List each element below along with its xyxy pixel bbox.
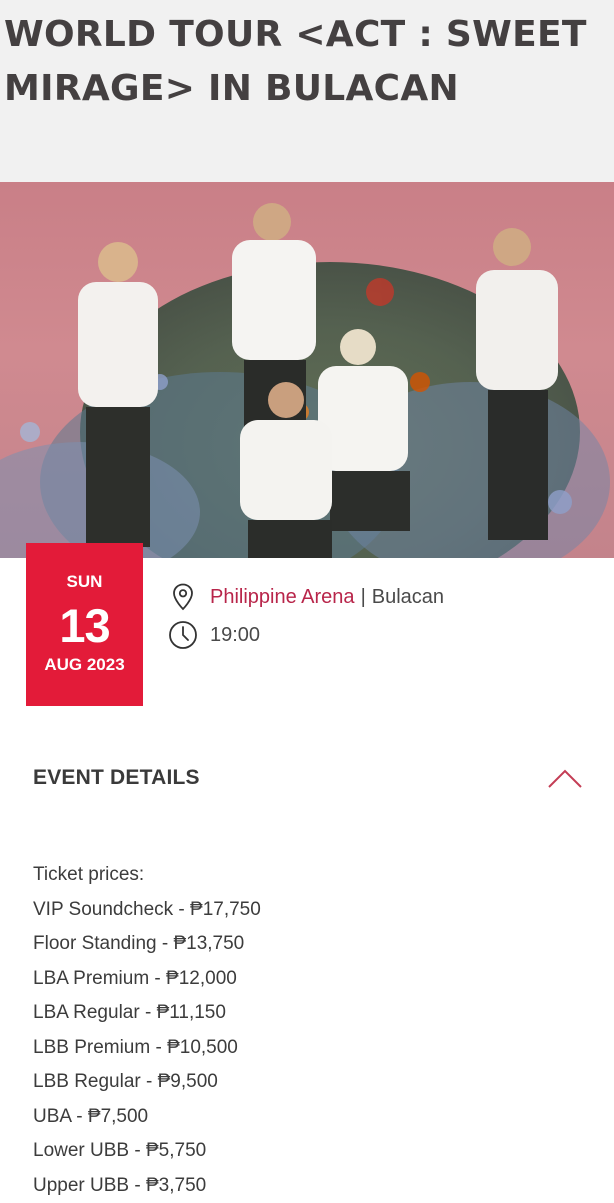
map-pin-icon — [168, 582, 198, 612]
event-details-heading: EVENT DETAILS — [33, 766, 200, 790]
ticket-price-item: UBA - ₱7,500 — [33, 1100, 593, 1135]
event-details-header[interactable]: EVENT DETAILS — [33, 760, 583, 796]
venue-city: Bulacan — [372, 586, 444, 609]
date-day: 13 — [26, 598, 143, 653]
ticket-price-item: Lower UBB - ₱5,750 — [33, 1134, 593, 1169]
ticket-price-item: LBA Premium - ₱12,000 — [33, 962, 593, 997]
event-date-badge: SUN 13 AUG 2023 — [26, 543, 143, 706]
venue-row: Philippine Arena | Bulacan — [168, 582, 444, 612]
ticket-price-item: Floor Standing - ₱13,750 — [33, 927, 593, 962]
event-title: WORLD TOUR <ACT : SWEET MIRAGE> IN BULAC… — [4, 8, 604, 116]
time-row: 19:00 — [168, 620, 260, 650]
ticket-price-item: VIP Soundcheck - ₱17,750 — [33, 893, 593, 928]
venue-separator: | — [361, 586, 366, 609]
event-poster-image — [0, 182, 614, 558]
event-time: 19:00 — [210, 624, 260, 647]
title-band: WORLD TOUR <ACT : SWEET MIRAGE> IN BULAC… — [0, 0, 614, 182]
ticket-price-item: LBB Premium - ₱10,500 — [33, 1031, 593, 1066]
event-details-body: Ticket prices: VIP Soundcheck - ₱17,750 … — [33, 858, 593, 1203]
date-month-year: AUG 2023 — [26, 655, 143, 675]
ticket-price-item: LBA Regular - ₱11,150 — [33, 996, 593, 1031]
venue-link[interactable]: Philippine Arena — [210, 586, 355, 609]
ticket-price-item: Upper UBB - ₱3,750 — [33, 1169, 593, 1203]
chevron-up-icon[interactable] — [547, 767, 583, 789]
date-day-of-week: SUN — [26, 572, 143, 592]
ticket-prices-intro: Ticket prices: — [33, 858, 593, 893]
clock-icon — [168, 620, 198, 650]
ticket-price-item: LBB Regular - ₱9,500 — [33, 1065, 593, 1100]
